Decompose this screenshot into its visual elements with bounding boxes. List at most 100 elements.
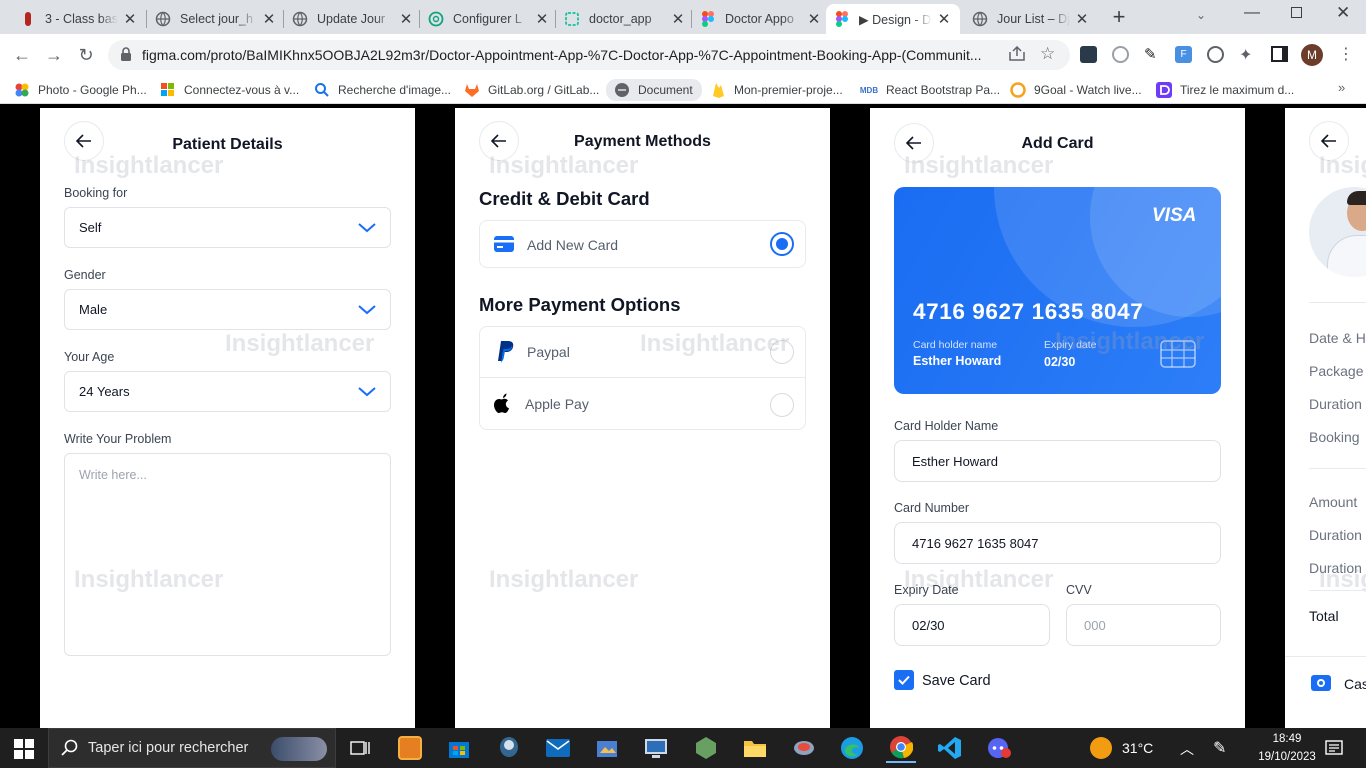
expiry-date-input[interactable]: 02/30 <box>894 604 1050 646</box>
paypal-option[interactable]: Paypal <box>480 327 805 378</box>
share-icon[interactable] <box>1008 45 1026 67</box>
holder-name-input[interactable]: Esther Howard <box>894 440 1221 482</box>
extension-icon[interactable] <box>1112 46 1129 63</box>
tab-separator <box>146 10 147 28</box>
taskbar-app-icon[interactable] <box>789 733 819 763</box>
tab-close-icon[interactable]: ✕ <box>806 10 822 28</box>
browser-tab[interactable]: Jour List – Dj ✕ <box>972 4 1090 34</box>
globe-icon <box>292 11 308 27</box>
profile-avatar[interactable]: M <box>1301 44 1323 66</box>
mail-icon[interactable] <box>543 733 573 763</box>
back-arrow-icon[interactable]: ← <box>8 41 36 69</box>
card-number-display: 4716 9627 1635 8047 <box>913 299 1144 324</box>
edge-icon[interactable] <box>837 733 867 763</box>
taskbar-app-icon[interactable] <box>592 733 622 763</box>
maximize-icon[interactable] <box>1291 7 1302 18</box>
page-title: Patient Details <box>172 136 283 153</box>
radio-selected[interactable] <box>770 232 794 256</box>
browser-tab[interactable]: Doctor Appo ✕ <box>700 4 822 34</box>
side-panel-icon[interactable] <box>1271 46 1288 62</box>
back-button[interactable] <box>1309 121 1349 161</box>
tab-close-icon[interactable]: ✕ <box>534 10 550 28</box>
chevron-up-icon[interactable]: ︿ <box>1180 739 1194 759</box>
bookmark-item[interactable]: 9Goal - Watch live... <box>1010 81 1146 99</box>
bookmark-item[interactable]: Document <box>606 79 702 101</box>
weather-sun-icon[interactable] <box>1090 737 1112 759</box>
card-holder-caption: Card holder name <box>913 339 998 351</box>
vscode-icon[interactable] <box>935 733 965 763</box>
cash-label[interactable]: Cas <box>1344 676 1366 692</box>
bookmark-item[interactable]: Recherche d'image... <box>314 81 454 99</box>
figma-extension-icon[interactable]: F <box>1175 46 1192 63</box>
browser-tab[interactable]: Update Jour ✕ <box>292 4 414 34</box>
task-view-icon[interactable] <box>345 733 375 763</box>
new-tab-icon[interactable]: + <box>1108 6 1130 28</box>
bookmark-item[interactable]: Connectez-vous à v... <box>160 81 304 99</box>
tab-title: Jour List – Dj <box>997 12 1070 26</box>
notification-icon[interactable] <box>1325 739 1343 762</box>
clock-date[interactable]: 19/10/2023 <box>1248 751 1326 763</box>
gender-select[interactable]: Male <box>64 289 391 330</box>
tab-close-icon[interactable]: ✕ <box>936 10 952 28</box>
openai-icon <box>428 11 444 27</box>
bookmark-label: Photo - Google Ph... <box>38 83 147 97</box>
cvv-input[interactable]: 000 <box>1066 604 1221 646</box>
store-icon[interactable] <box>444 733 474 763</box>
bookmark-item[interactable]: Mon-premier-proje... <box>710 81 850 99</box>
add-new-card-option[interactable]: Add New Card <box>479 220 806 268</box>
bookmark-star-icon[interactable]: ☆ <box>1040 44 1055 64</box>
booking-for-select[interactable]: Self <box>64 207 391 248</box>
browser-tab[interactable]: Configurer L ✕ <box>428 4 550 34</box>
url-text[interactable]: figma.com/proto/BaIMIKhnx5OOBJA2L92m3r/D… <box>142 47 982 63</box>
react-devtools-icon[interactable] <box>1080 46 1097 63</box>
browser-tab[interactable]: 3 - Class bas ✕ <box>20 4 138 34</box>
eyedropper-icon[interactable]: ✎ <box>1144 45 1157 63</box>
more-bookmarks-icon[interactable]: » <box>1338 80 1345 95</box>
windows-start-icon[interactable] <box>14 739 34 764</box>
bookmark-label: 9Goal - Watch live... <box>1034 83 1142 97</box>
input-value: 02/30 <box>912 617 945 633</box>
remote-desktop-icon[interactable] <box>641 733 671 763</box>
radio-unselected[interactable] <box>770 393 794 417</box>
tab-close-icon[interactable]: ✕ <box>398 10 414 28</box>
clock-time[interactable]: 18:49 <box>1262 733 1312 745</box>
age-select[interactable]: 24 Years <box>64 371 391 412</box>
bookmark-item[interactable]: Tirez le maximum d... <box>1156 81 1298 99</box>
postgres-icon[interactable] <box>494 733 524 763</box>
file-explorer-icon[interactable] <box>740 733 770 763</box>
bookmark-item[interactable]: Photo - Google Ph... <box>14 81 150 99</box>
taskbar-app-icon[interactable] <box>395 733 425 763</box>
lock-icon[interactable] <box>120 47 132 67</box>
minimize-icon[interactable]: — <box>1244 4 1260 22</box>
browser-tab[interactable]: Select jour_h ✕ <box>155 4 277 34</box>
extensions-puzzle-icon[interactable]: ✦ <box>1239 45 1252 65</box>
radio-unselected[interactable] <box>770 340 794 364</box>
card-number-input[interactable]: 4716 9627 1635 8047 <box>894 522 1221 564</box>
temperature-text[interactable]: 31°C <box>1122 740 1153 756</box>
forward-arrow-icon[interactable]: → <box>40 41 68 69</box>
tab-search-icon[interactable]: ⌄ <box>1196 8 1206 22</box>
discord-icon[interactable] <box>984 733 1014 763</box>
tab-close-icon[interactable]: ✕ <box>670 10 686 28</box>
chrome-icon[interactable] <box>886 733 916 763</box>
reload-icon[interactable]: ↻ <box>72 41 100 69</box>
tab-close-icon[interactable]: ✕ <box>1074 10 1090 28</box>
applepay-option[interactable]: Apple Pay <box>480 379 805 430</box>
close-window-icon[interactable]: ✕ <box>1336 3 1350 23</box>
bookmark-item[interactable]: MDB React Bootstrap Pa... <box>860 81 1000 99</box>
taskbar-search-box[interactable]: Taper ici pour rechercher <box>48 728 336 768</box>
problem-textarea[interactable]: Write here... <box>64 453 391 656</box>
summary-label: Duration <box>1309 396 1362 412</box>
browser-tab-active[interactable]: ▶ Design - D ✕ <box>826 4 960 34</box>
watermark-text: Insightlancer <box>225 330 375 357</box>
bookmark-label: React Bootstrap Pa... <box>886 83 1001 97</box>
pen-icon[interactable]: ✎ <box>1213 738 1226 758</box>
menu-icon[interactable]: ⋮ <box>1338 44 1354 64</box>
save-card-checkbox[interactable] <box>894 670 914 690</box>
tab-close-icon[interactable]: ✕ <box>122 10 138 28</box>
nodejs-icon[interactable] <box>691 733 721 763</box>
extension-icon[interactable] <box>1207 46 1224 63</box>
tab-close-icon[interactable]: ✕ <box>261 10 277 28</box>
browser-tab[interactable]: doctor_app ✕ <box>564 4 686 34</box>
bookmark-item[interactable]: GitLab.org / GitLab... <box>464 81 600 99</box>
